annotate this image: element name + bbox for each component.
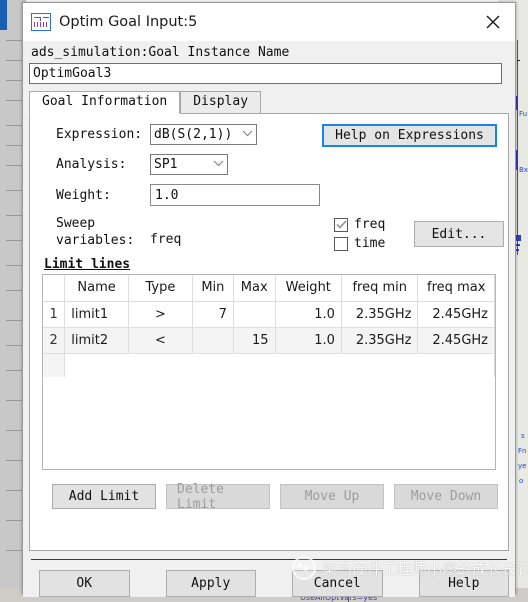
ok-button[interactable]: OK bbox=[39, 570, 130, 597]
help-on-expressions-button[interactable]: Help on Expressions bbox=[322, 124, 497, 147]
background-label-fu: Fu bbox=[519, 110, 528, 118]
help-button[interactable]: Help bbox=[418, 570, 509, 597]
analysis-row: Analysis: SP1 bbox=[42, 154, 496, 175]
window-title: Optim Goal Input:5 bbox=[59, 14, 198, 30]
cell-name[interactable]: limit2 bbox=[64, 327, 129, 354]
limit-lines-title: Limit lines bbox=[44, 257, 131, 272]
table-empty-row bbox=[43, 353, 495, 377]
chevron-down-icon bbox=[213, 160, 224, 170]
column-header-index bbox=[43, 275, 66, 302]
table-row[interactable]: 2 limit2 < 15 1.0 2.35GHz 2.45GHz bbox=[43, 327, 495, 354]
cell-name[interactable]: limit1 bbox=[64, 301, 129, 328]
checkbox-time[interactable]: time bbox=[334, 234, 385, 253]
move-up-button: Move Up bbox=[280, 484, 384, 509]
instance-name-input[interactable] bbox=[29, 63, 502, 84]
apply-button[interactable]: Apply bbox=[165, 570, 256, 597]
footer-buttons: OK Apply Cancel Help bbox=[29, 560, 509, 597]
row-index: 2 bbox=[43, 327, 66, 354]
cell-max[interactable]: 15 bbox=[233, 327, 276, 354]
optim-goal-input-dialog: Optim Goal Input:5 ads_simulation:Goal I… bbox=[22, 2, 516, 597]
background-label-ye: ye bbox=[518, 462, 527, 470]
column-header-freq-min: freq min bbox=[341, 275, 419, 302]
weight-label: Weight: bbox=[56, 187, 111, 203]
move-down-button: Move Down bbox=[394, 484, 498, 509]
column-header-freq-max: freq max bbox=[417, 275, 495, 302]
column-header-weight: Weight bbox=[275, 275, 342, 302]
checkbox-time-label: time bbox=[354, 236, 386, 251]
empty-checkbox-icon bbox=[334, 236, 348, 251]
delete-limit-button: Delete Limit bbox=[166, 482, 270, 512]
tab-display[interactable]: Display bbox=[180, 91, 262, 113]
tab-bar: Goal Information Display bbox=[29, 91, 509, 114]
row-index: 1 bbox=[43, 301, 66, 328]
edit-button[interactable]: Edit... bbox=[414, 221, 504, 247]
dialog-body: ads_simulation:Goal Instance Name Goal I… bbox=[23, 41, 515, 597]
table-row[interactable]: 1 limit1 > 7 1.0 2.35GHz 2.45GHz bbox=[43, 301, 495, 328]
sweep-checkbox-group: freq time bbox=[334, 215, 385, 253]
cell-type[interactable]: > bbox=[128, 301, 193, 328]
goal-information-panel: Expression: dB(S(2,1)) Help on Expressio… bbox=[29, 113, 509, 551]
limit-action-buttons: Add Limit Delete Limit Move Up Move Down bbox=[42, 482, 498, 512]
background-pin bbox=[516, 96, 518, 110]
cell-freq-max[interactable]: 2.45GHz bbox=[417, 301, 495, 328]
weight-row: Weight: bbox=[42, 184, 496, 206]
cell-min[interactable] bbox=[192, 327, 234, 354]
sweep-variables-label: Sweep variables: bbox=[42, 215, 150, 249]
column-header-name: Name bbox=[64, 275, 129, 302]
sweep-label-line2: variables: bbox=[56, 233, 135, 248]
cancel-button[interactable]: Cancel bbox=[292, 570, 383, 597]
cell-weight[interactable]: 1.0 bbox=[275, 327, 342, 354]
analysis-value: SP1 bbox=[154, 157, 178, 172]
title-bar: Optim Goal Input:5 bbox=[23, 3, 515, 41]
cell-weight[interactable]: 1.0 bbox=[275, 301, 342, 328]
checkbox-freq[interactable]: freq bbox=[334, 215, 385, 234]
expression-label: Expression: bbox=[56, 127, 143, 142]
background-label-s: s bbox=[521, 432, 525, 440]
column-header-min: Min bbox=[192, 275, 234, 302]
add-limit-button[interactable]: Add Limit bbox=[52, 484, 156, 509]
limit-lines-table-container[interactable]: Name Type Min Max Weight freq min freq m… bbox=[42, 274, 496, 470]
checkmark-icon bbox=[334, 217, 348, 232]
background-label-bx: Bx bbox=[519, 166, 528, 174]
cell-min[interactable]: 7 bbox=[192, 301, 234, 328]
background-selection-marker bbox=[0, 0, 7, 30]
cell-freq-max[interactable]: 2.45GHz bbox=[417, 327, 495, 354]
background-pin bbox=[516, 150, 518, 170]
chevron-down-icon bbox=[242, 130, 253, 140]
checkbox-freq-label: freq bbox=[354, 217, 386, 232]
cell-max[interactable] bbox=[233, 301, 276, 328]
expression-dropdown[interactable]: dB(S(2,1)) bbox=[150, 124, 257, 145]
sweep-variables-value: freq bbox=[150, 232, 182, 247]
cell-freq-min[interactable]: 2.35GHz bbox=[341, 327, 419, 354]
sweep-label-line1: Sweep bbox=[56, 216, 96, 231]
analysis-dropdown[interactable]: SP1 bbox=[150, 154, 228, 175]
table-header-row: Name Type Min Max Weight freq min freq m… bbox=[43, 275, 495, 302]
waveform-icon bbox=[31, 13, 51, 31]
background-label-o: o bbox=[519, 477, 524, 485]
sweep-variables-row: Sweep variables: freq freq time Edit... bbox=[42, 215, 504, 255]
tab-goal-information[interactable]: Goal Information bbox=[29, 91, 181, 114]
limit-lines-table: Name Type Min Max Weight freq min freq m… bbox=[43, 275, 495, 377]
close-icon[interactable] bbox=[471, 3, 515, 41]
expression-value: dB(S(2,1)) bbox=[154, 127, 233, 142]
column-header-type: Type bbox=[128, 275, 193, 302]
analysis-label: Analysis: bbox=[56, 157, 127, 172]
background-label-fn: Fn bbox=[518, 447, 527, 455]
weight-input[interactable] bbox=[150, 184, 320, 206]
cell-type[interactable]: < bbox=[128, 327, 193, 354]
cell-freq-min[interactable]: 2.35GHz bbox=[341, 301, 419, 328]
instance-name-label: ads_simulation:Goal Instance Name bbox=[31, 45, 290, 60]
column-header-max: Max bbox=[233, 275, 276, 302]
background-wire bbox=[517, 40, 518, 255]
